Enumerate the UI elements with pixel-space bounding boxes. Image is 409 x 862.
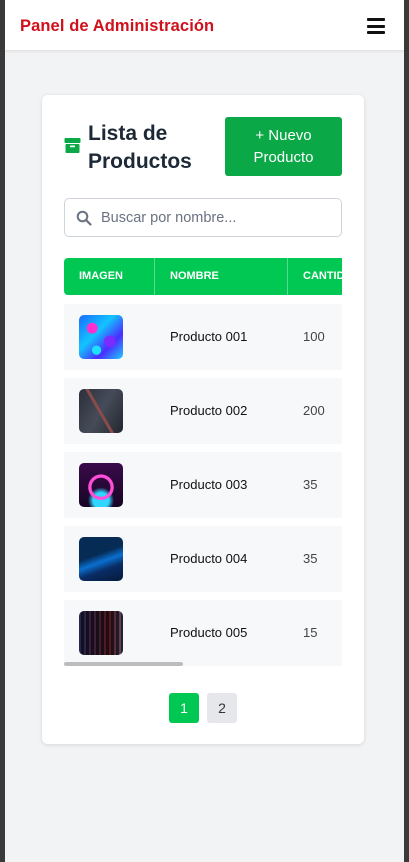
product-quantity: 35 [303, 477, 318, 492]
page-1-button[interactable]: 1 [169, 693, 199, 723]
horizontal-scrollbar[interactable] [64, 662, 183, 666]
column-header-quantity: CANTIDAD [303, 270, 342, 282]
page-title: Lista de Productos [88, 122, 192, 173]
products-table[interactable]: IMAGEN NOMBRE CANTIDAD Producto 001 100 … [64, 258, 342, 670]
product-thumbnail [79, 611, 123, 655]
products-card: Lista de Productos + Nuevo Producto IMAG… [42, 95, 364, 744]
app-viewport: Panel de Administración Lista de Product… [5, 0, 404, 862]
product-thumbnail [79, 389, 123, 433]
box-icon [64, 138, 81, 153]
product-name: Producto 005 [170, 625, 248, 640]
table-row: Producto 003 35 [64, 452, 342, 518]
search-input[interactable] [101, 199, 339, 236]
page-2-button[interactable]: 2 [207, 693, 237, 723]
product-quantity: 35 [303, 551, 318, 566]
top-navbar: Panel de Administración [5, 0, 404, 51]
product-thumbnail [79, 537, 123, 581]
product-thumbnail [79, 463, 123, 507]
product-name: Producto 001 [170, 329, 248, 344]
table-row: Producto 002 200 [64, 378, 342, 444]
product-name: Producto 002 [170, 403, 248, 418]
column-header-image: IMAGEN [64, 258, 155, 295]
hamburger-menu-icon[interactable] [367, 18, 385, 34]
table-row: Producto 001 100 [64, 304, 342, 370]
product-name: Producto 003 [170, 477, 248, 492]
table-row: Producto 005 15 [64, 600, 342, 666]
table-row: Producto 004 35 [64, 526, 342, 592]
column-header-name: NOMBRE [155, 258, 288, 295]
product-quantity: 100 [303, 329, 325, 344]
table-header: IMAGEN NOMBRE CANTIDAD [64, 258, 342, 295]
product-quantity: 15 [303, 625, 318, 640]
product-name: Producto 004 [170, 551, 248, 566]
brand-title[interactable]: Panel de Administración [20, 17, 214, 36]
add-product-button[interactable]: + Nuevo Producto [225, 117, 342, 176]
product-thumbnail [79, 315, 123, 359]
product-quantity: 200 [303, 403, 325, 418]
search-icon [76, 210, 92, 226]
search-box [64, 198, 342, 237]
